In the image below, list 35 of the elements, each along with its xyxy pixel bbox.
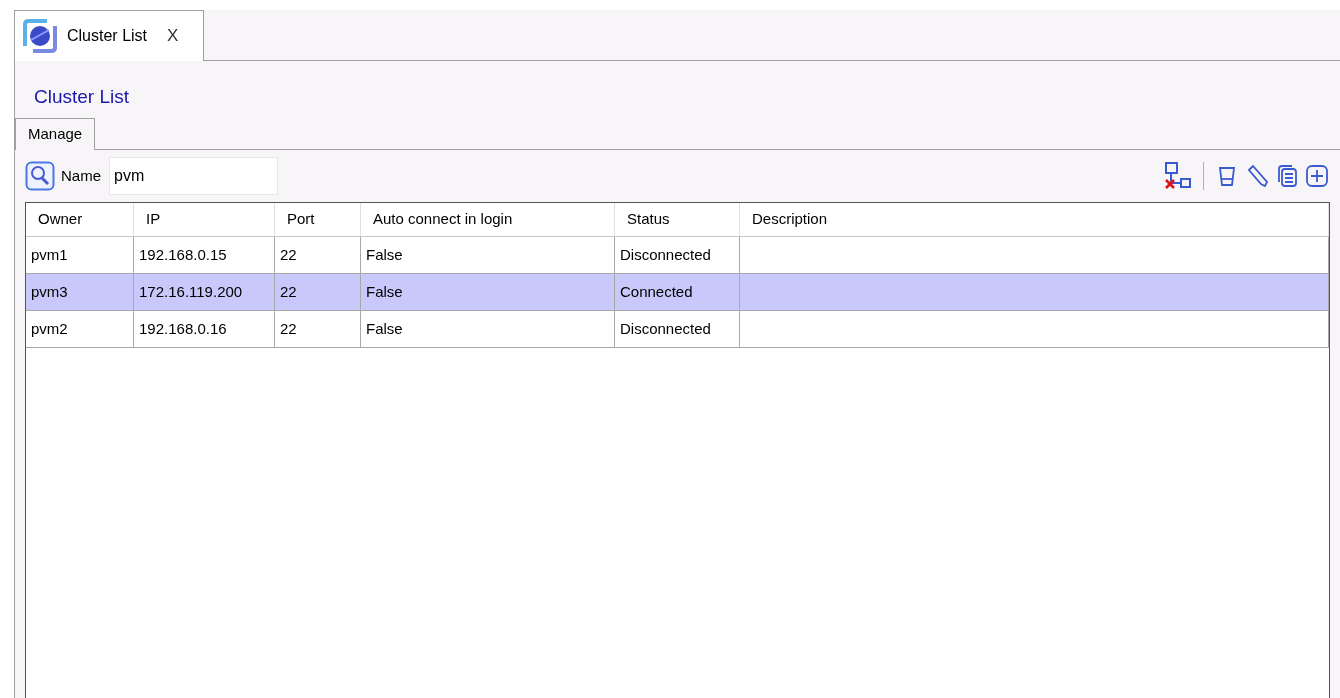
page-title: Cluster List (34, 84, 130, 109)
table-cell-text: pvm3 (31, 281, 68, 302)
table-cell-text: False (366, 244, 403, 265)
column-header[interactable]: Status (615, 203, 740, 236)
column-header[interactable]: IP (134, 203, 275, 236)
column-header[interactable]: Description (740, 203, 1329, 236)
add-icon[interactable] (1304, 163, 1330, 189)
document-tab[interactable]: Cluster List X (14, 10, 204, 61)
name-field[interactable]: pvm (109, 157, 278, 195)
table-cell-text: 192.168.0.16 (139, 318, 227, 339)
table-row[interactable]: pvm1 192.168.0.15 22 False Disconnected (26, 237, 1329, 274)
table-row[interactable]: pvm3 172.16.119.200 22 False Connected (26, 274, 1329, 311)
table-cell-text: False (366, 318, 403, 339)
column-header[interactable]: Auto connect in login (361, 203, 615, 236)
table-cell-text: False (366, 281, 403, 302)
search-icon[interactable] (25, 161, 55, 191)
table-cell-text: 22 (280, 244, 297, 265)
tab-label: Cluster List (67, 26, 148, 46)
close-button[interactable]: X (167, 23, 179, 49)
table-cell-text: 22 (280, 281, 297, 302)
table-cell-text: Disconnected (620, 318, 711, 339)
disconnect-icon[interactable] (1163, 161, 1193, 191)
table-cell-text: Connected (620, 281, 693, 302)
name-label: Name (61, 165, 101, 186)
table-row[interactable]: pvm2 192.168.0.16 22 False Disconnected (26, 311, 1329, 348)
column-header[interactable]: Owner (26, 203, 134, 236)
table-cell-text: Disconnected (620, 244, 711, 265)
table-cell-text: 172.16.119.200 (139, 281, 243, 302)
table-cell-text: 22 (280, 318, 297, 339)
table-cell-text: pvm2 (31, 318, 68, 339)
table-cell-text: 192.168.0.15 (139, 244, 227, 265)
tab[interactable]: Manage (15, 118, 96, 150)
column-header[interactable]: Port (275, 203, 361, 236)
sphere-logo-icon (21, 18, 59, 54)
table-cell-text: pvm1 (31, 244, 68, 265)
